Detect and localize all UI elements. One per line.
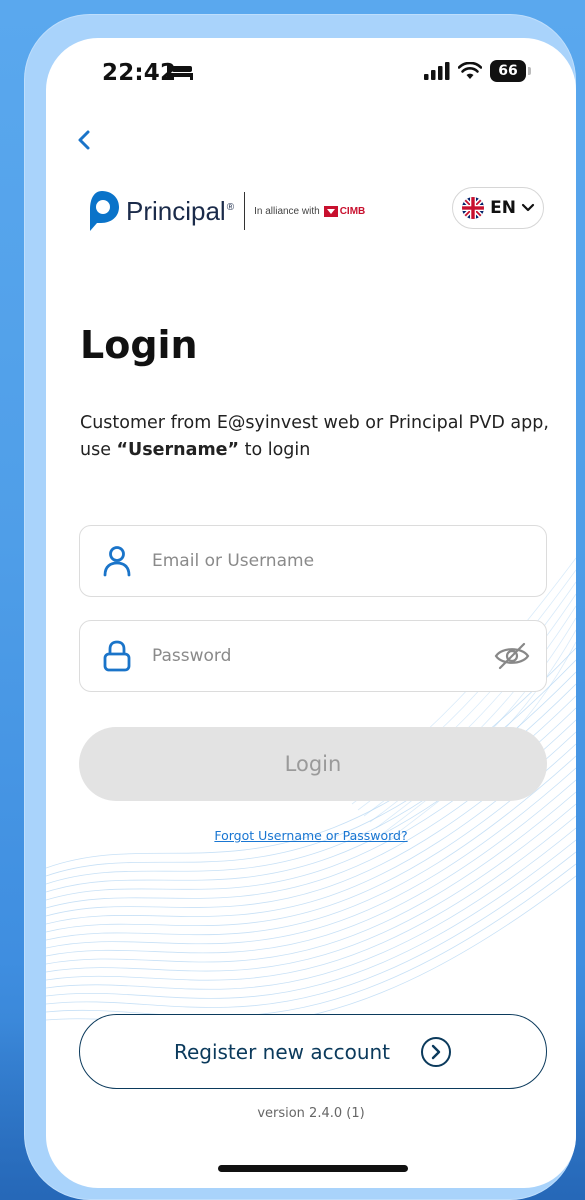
register-label: Register new account	[173, 1039, 391, 1064]
uk-flag-icon	[462, 197, 485, 219]
wifi-icon	[458, 62, 482, 79]
login-instructions: Customer from E@syinvest web or Principa…	[80, 413, 549, 460]
battery-indicator: 66	[490, 60, 531, 82]
forgot-credentials-link[interactable]: Forgot Username or Password?	[46, 828, 576, 843]
password-input[interactable]	[150, 635, 492, 677]
brand-logo: Principal® In alliance with CIMB	[84, 190, 365, 232]
language-label: EN	[490, 198, 516, 218]
language-selector[interactable]: EN	[452, 187, 544, 229]
signal-icon	[424, 62, 450, 80]
bed-icon	[167, 64, 193, 80]
brand-divider	[244, 192, 246, 230]
back-button[interactable]	[70, 126, 98, 154]
page-title: Login	[80, 323, 198, 367]
login-button[interactable]: Login	[79, 727, 547, 801]
alliance-text: In alliance with	[254, 205, 320, 217]
brand-name: Principal®	[126, 195, 235, 226]
home-indicator[interactable]	[218, 1165, 408, 1172]
cimb-logo: CIMB	[323, 205, 365, 217]
password-field[interactable]	[79, 620, 547, 692]
username-field[interactable]	[79, 525, 547, 597]
register-button[interactable]: Register new account	[79, 1014, 547, 1089]
app-screen: 22:42 66 Principal® In alliance with CIM…	[46, 38, 576, 1188]
toggle-password-visibility[interactable]	[492, 636, 532, 676]
username-input[interactable]	[150, 540, 546, 582]
app-version: version 2.4.0 (1)	[257, 1106, 365, 1121]
eye-off-icon	[494, 642, 530, 670]
lock-icon	[100, 639, 134, 673]
chevron-left-icon	[78, 130, 90, 150]
cimb-logo-icon	[323, 205, 338, 217]
chevron-right-circle-icon	[420, 1036, 452, 1068]
user-icon	[100, 544, 134, 578]
chevron-down-icon	[521, 203, 535, 212]
status-indicators: 66	[424, 58, 531, 84]
principal-logo-icon	[90, 191, 119, 231]
